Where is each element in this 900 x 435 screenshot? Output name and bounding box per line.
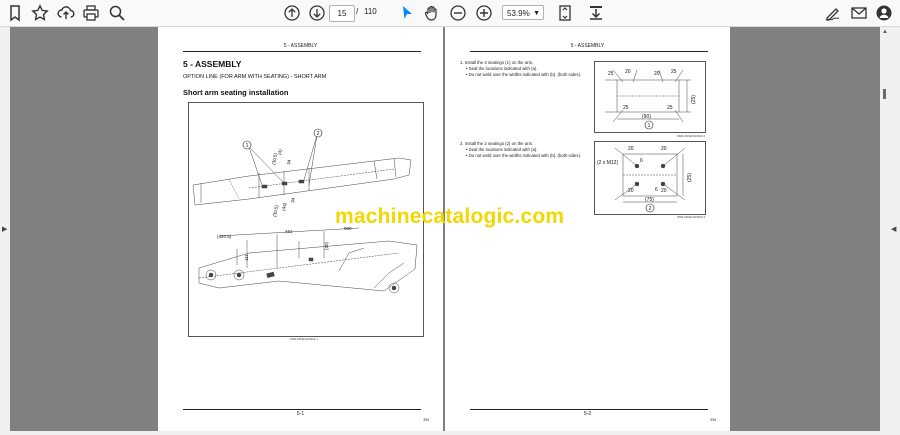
seating-1-drawing: 20 25 25 20 (25) 25 25 (90) 1 <box>605 69 697 130</box>
page-header: 5 - ASSEMBLY <box>283 43 318 49</box>
arrow-down-icon[interactable] <box>307 3 327 23</box>
scrollbar-thumb[interactable] <box>883 89 886 99</box>
download-icon[interactable] <box>586 3 606 23</box>
dim-label: 6 <box>640 158 643 164</box>
dim-label: (30.5) <box>271 152 278 165</box>
figure-caption: SMIL15DEX2FR04 3 <box>677 215 706 219</box>
step-text: Install the 2 seatings (1) on the arm. <box>464 60 534 65</box>
figure-caption: SMIL15DEX2FR02 1 <box>290 337 319 341</box>
dim-label: 25 <box>608 71 614 77</box>
instruction-step-1: 1. Install the 2 seatings (1) on the arm… <box>460 60 582 77</box>
zoom-select[interactable]: 53.9% ▼ <box>502 5 544 20</box>
footer-rule <box>470 409 708 410</box>
account-icon[interactable] <box>874 3 894 23</box>
step-number: 1. <box>460 60 464 65</box>
figure-label: 1 <box>648 123 651 129</box>
dim-label: 461 <box>285 229 293 234</box>
page-number: 5-2 <box>583 411 592 417</box>
dim-label: 20 <box>628 146 634 152</box>
instruction-step-2: 2. Install the 2 seatings (2) on the arm… <box>460 141 582 158</box>
page-header: 5 - ASSEMBLY <box>570 43 605 49</box>
hand-icon[interactable] <box>422 3 442 23</box>
dim-label: (30) <box>324 241 329 250</box>
step-text: Install the 2 seatings (2) on the arm. <box>464 141 534 146</box>
sign-icon[interactable] <box>823 3 843 23</box>
scroll-up-icon[interactable]: ▲ <box>882 29 888 35</box>
dim-label: 20 <box>661 188 667 194</box>
fit-page-icon[interactable] <box>555 3 575 23</box>
search-icon[interactable] <box>107 3 127 23</box>
dim-label: 6 <box>655 187 658 193</box>
callout-1: 1 <box>246 143 249 149</box>
seating-2-drawing: 20 20 (2 x M12) 6 6 (25) 20 20 (75) 2 <box>597 146 693 213</box>
dim-label: 20 <box>628 188 634 194</box>
mail-icon[interactable] <box>849 3 869 23</box>
step-sub: Seal the locations indicated with (a). <box>468 147 538 152</box>
vertical-scrollbar[interactable] <box>880 27 900 431</box>
dim-label: (4) <box>277 148 283 155</box>
sidebar-toggle-icon[interactable]: ▶ <box>2 225 7 233</box>
dim-label: (25) <box>687 173 693 182</box>
figure-label: 2 <box>649 206 652 212</box>
dim-label: (25) <box>691 95 697 104</box>
seating-2-figure: 20 20 (2 x M12) 6 6 (25) 20 20 (75) 2 <box>594 141 706 215</box>
document-page-2: 5 - ASSEMBLY 1. Install the 2 seatings (… <box>445 27 730 431</box>
step-sub: Do not weld over the widths indicated wi… <box>468 72 582 77</box>
header-rule <box>470 51 708 52</box>
step-sub: Seal the locations indicated with (a). <box>468 66 538 71</box>
footer-rule <box>183 409 421 410</box>
dim-label: 25 <box>667 105 673 111</box>
page-number-input[interactable]: 15 <box>329 5 355 22</box>
dim-label: (90) <box>642 114 651 120</box>
dim-label: (420.5) <box>217 234 232 239</box>
dim-label: 25 <box>671 69 677 75</box>
dim-label: 20 <box>654 71 660 77</box>
pointer-icon[interactable] <box>397 3 417 23</box>
figure-caption: SMIL15DEX2FR03 2 <box>677 134 706 138</box>
document-page-1: 5 - ASSEMBLY 5 - ASSEMBLY OPTION LINE (F… <box>158 27 443 431</box>
dim-label: (75) <box>645 197 654 203</box>
step-number: 2. <box>460 141 464 146</box>
zoom-in-icon[interactable] <box>474 3 494 23</box>
subsection-title: Short arm seating installation <box>183 88 289 97</box>
dim-label: 111 <box>244 254 249 261</box>
watermark: machinecatalogic.com <box>335 205 565 228</box>
chevron-down-icon: ▼ <box>533 10 540 17</box>
zoom-out-icon[interactable] <box>448 3 468 23</box>
step-sub: Do not weld over the widths indicated wi… <box>468 153 582 158</box>
upload-icon[interactable] <box>56 3 76 23</box>
dim-label: 34 <box>290 197 296 203</box>
star-icon[interactable] <box>30 3 50 23</box>
option-line: OPTION LINE (FOR ARM WITH SEATING) - SHO… <box>183 74 327 80</box>
dim-label: 25 <box>623 105 629 111</box>
section-title: 5 - ASSEMBLY <box>183 59 242 69</box>
page-total: 110 <box>364 7 377 16</box>
language-code: EN <box>423 417 429 422</box>
arrow-up-icon[interactable] <box>282 3 302 23</box>
page-number: 5-1 <box>296 411 305 417</box>
dim-label: 20 <box>625 69 631 75</box>
toolbar: 15 / 110 53.9% ▼ <box>0 0 900 27</box>
dim-label: (30.5) <box>272 204 279 217</box>
dim-label: 20 <box>661 146 667 152</box>
seating-1-figure: 20 25 25 20 (25) 25 25 (90) 1 <box>594 61 706 133</box>
zoom-value: 53.9% <box>507 9 530 18</box>
page-separator: / <box>356 7 359 16</box>
status-bar <box>0 431 900 435</box>
dim-label: (2 x M12) <box>597 160 618 166</box>
print-icon[interactable] <box>81 3 101 23</box>
dim-label: 34 <box>286 159 292 165</box>
side-panel-toggle-icon[interactable]: ◀ <box>891 225 896 233</box>
language-code: EN <box>710 417 716 422</box>
callout-2: 2 <box>317 131 320 137</box>
header-rule <box>183 51 421 52</box>
dim-label: (44) <box>281 202 287 211</box>
bookmark-icon[interactable] <box>5 3 25 23</box>
